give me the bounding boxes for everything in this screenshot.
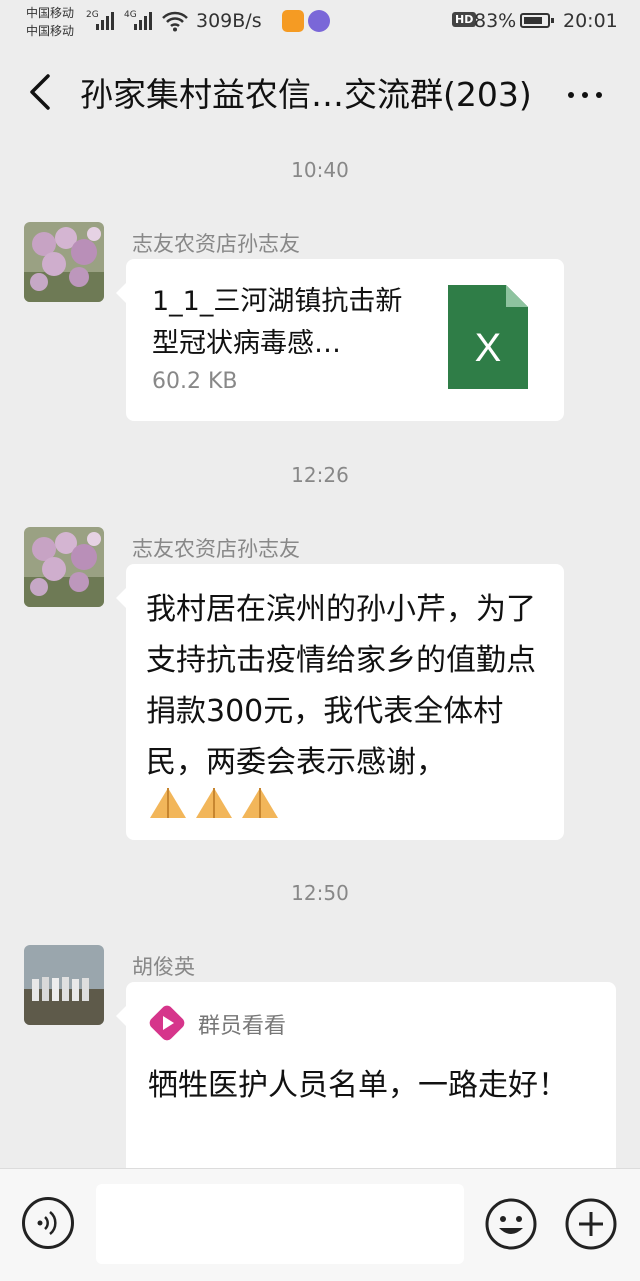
avatar[interactable] <box>24 222 104 302</box>
flower-avatar-image <box>24 222 104 302</box>
shared-link-message[interactable]: 群员看看 牺牲医护人员名单，一路走好！ <box>116 982 616 1182</box>
chevron-left-icon[interactable] <box>24 70 64 114</box>
carrier-1: 中国移动 <box>26 6 75 20</box>
sender-name: 志友农资店孙志友 <box>132 537 300 561</box>
timestamp: 10:40 <box>291 158 349 182</box>
hd-badge: HD <box>452 12 477 27</box>
voice-icon[interactable] <box>22 1197 74 1249</box>
voice-wave-icon <box>37 1211 57 1235</box>
file-message[interactable]: 1_1_三河湖镇抗击新型冠状病毒感… 60.2 KB X <box>116 259 564 421</box>
excel-file-icon: X <box>448 285 528 389</box>
net-speed: 309B/s <box>196 10 262 32</box>
carrier-labels: 中国移动 中国移动 <box>26 4 74 40</box>
purple-app-icon <box>308 10 330 32</box>
chat-header: 孙家集村益农信…交流群(203) <box>0 46 640 138</box>
clock: 20:01 <box>563 10 618 32</box>
text-message[interactable]: 我村居在滨州的孙小芹，为了支持抗击疫情给家乡的值勤点捐款300元，我代表全体村民… <box>116 564 564 840</box>
wifi-icon <box>162 11 188 32</box>
battery-percent: 83% <box>474 10 517 32</box>
sender-name: 胡俊英 <box>132 955 195 979</box>
share-source-name: 群员看看 <box>198 1014 287 1039</box>
more-dots-icon[interactable] <box>560 74 610 114</box>
message-input[interactable] <box>96 1184 464 1264</box>
flower-avatar-image <box>24 527 104 607</box>
timestamp: 12:26 <box>291 463 349 487</box>
file-size: 60.2 KB <box>152 369 238 394</box>
carrier-2: 中国移动 <box>26 24 75 38</box>
signal-icon <box>134 12 160 30</box>
emoji-icon[interactable] <box>484 1197 538 1251</box>
input-bar <box>0 1168 640 1281</box>
status-bar: 中国移动 中国移动 2G 4G 309B/s HD 83% 20:01 <box>0 0 640 46</box>
file-name: 1_1_三河湖镇抗击新型冠状病毒感… <box>152 286 403 359</box>
orange-app-icon <box>282 10 304 32</box>
plus-icon[interactable] <box>564 1197 618 1251</box>
battery-icon <box>520 13 554 28</box>
video-play-icon <box>149 1005 185 1041</box>
folded-hands-emoji <box>150 788 278 818</box>
excel-icon-letter: X <box>475 326 502 370</box>
avatar[interactable] <box>24 527 104 607</box>
group-photo-avatar-image <box>24 945 104 1025</box>
message-text: 我村居在滨州的孙小芹，为了支持抗击疫情给家乡的值勤点捐款300元，我代表全体村民… <box>146 592 536 780</box>
avatar[interactable] <box>24 945 104 1025</box>
signal-icon <box>96 12 122 30</box>
share-title: 牺牲医护人员名单，一路走好！ <box>148 1068 568 1103</box>
sender-name: 志友农资店孙志友 <box>132 232 300 256</box>
timestamp: 12:50 <box>291 881 349 905</box>
emoji-row <box>146 782 278 826</box>
chat-title: 孙家集村益农信…交流群(203) <box>80 75 532 114</box>
